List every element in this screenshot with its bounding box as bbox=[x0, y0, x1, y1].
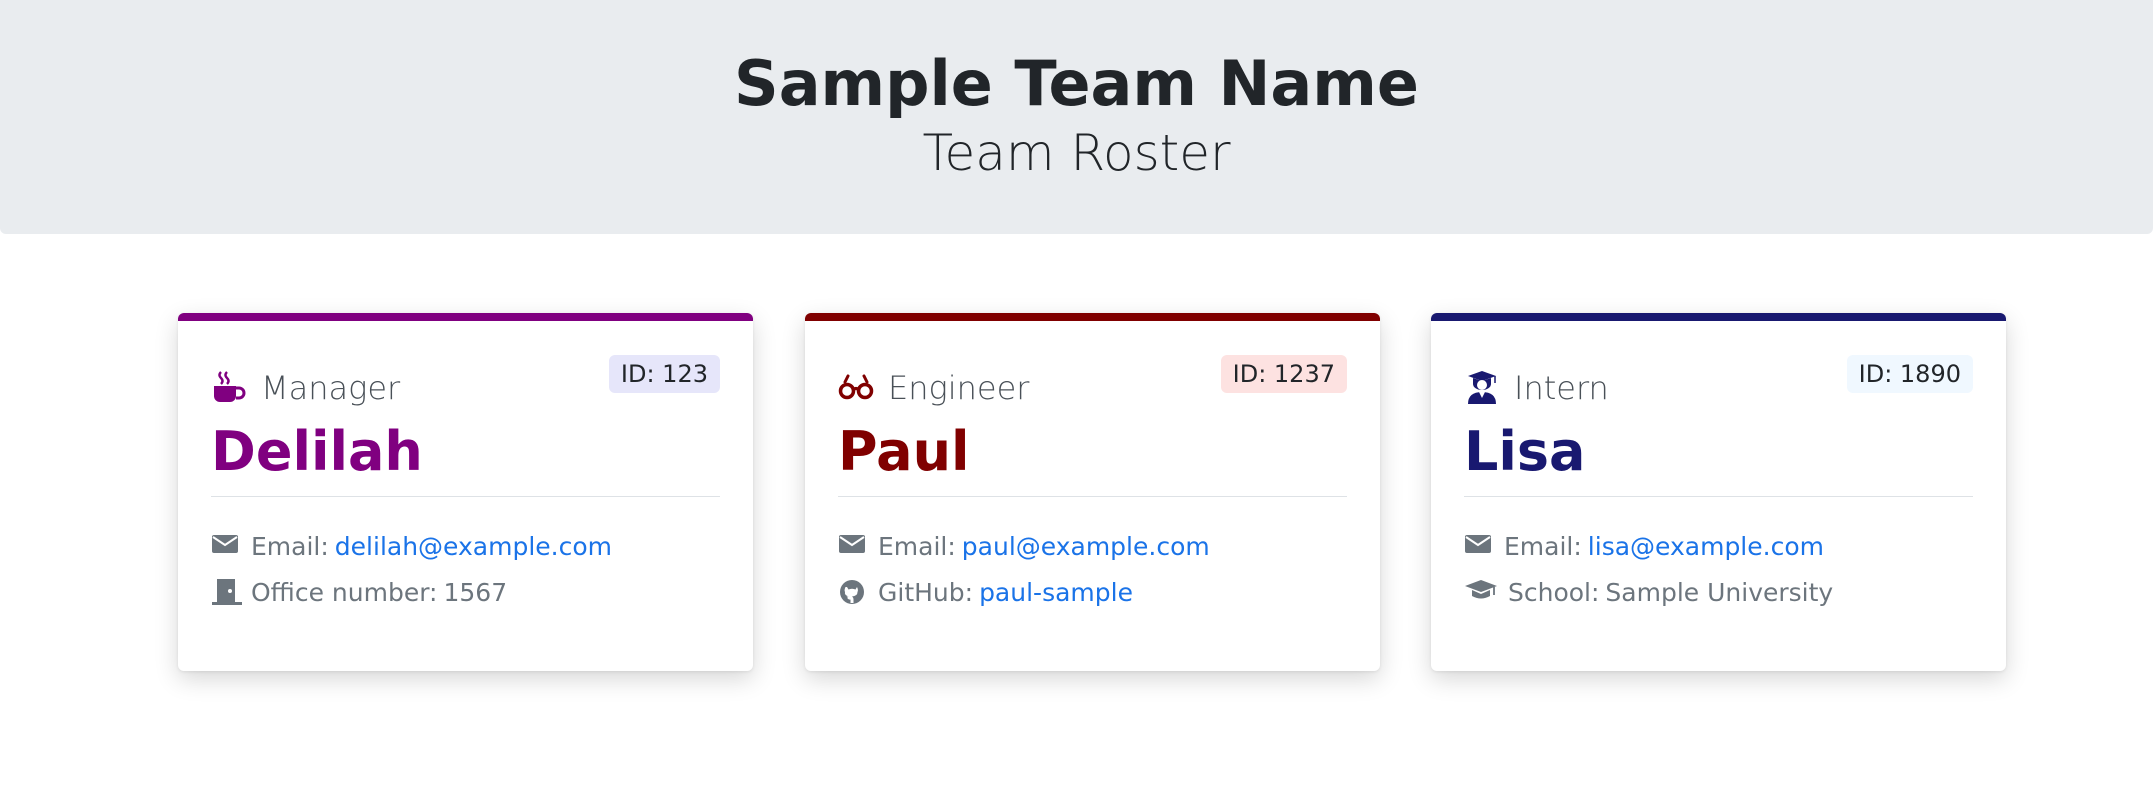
email-row: Email: delilah@example.com bbox=[211, 526, 612, 566]
email-link[interactable]: paul@example.com bbox=[962, 532, 1210, 561]
github-row: GitHub: paul-sample bbox=[838, 572, 1133, 612]
divider bbox=[1464, 496, 1973, 497]
office-label: Office number: bbox=[251, 577, 438, 607]
github-label: GitHub: bbox=[878, 577, 974, 607]
role-label: Engineer bbox=[888, 369, 1030, 407]
school-label: School: bbox=[1508, 577, 1600, 607]
employee-card-intern: Intern ID: 1890 Lisa Email: lisa@example… bbox=[1431, 313, 2006, 671]
email-link[interactable]: delilah@example.com bbox=[335, 532, 612, 561]
employee-name: Delilah bbox=[211, 420, 423, 483]
card-accent-bar bbox=[1431, 313, 2006, 321]
school-value: Sample University bbox=[1605, 577, 1834, 607]
role-label: Manager bbox=[261, 369, 401, 407]
glasses-icon bbox=[838, 370, 874, 406]
id-badge: ID: 1237 bbox=[1220, 355, 1347, 393]
envelope-icon bbox=[211, 532, 241, 560]
office-row: Office number: 1567 bbox=[211, 572, 507, 612]
envelope-icon bbox=[1464, 532, 1494, 560]
email-row: Email: lisa@example.com bbox=[1464, 526, 1824, 566]
email-label: Email: bbox=[251, 531, 329, 561]
divider bbox=[211, 496, 720, 497]
graduation-cap-icon bbox=[1464, 578, 1498, 606]
team-subtitle: Team Roster bbox=[922, 124, 1231, 182]
envelope-icon bbox=[838, 532, 868, 560]
employee-name: Lisa bbox=[1464, 420, 1586, 483]
graduate-user-icon bbox=[1464, 370, 1500, 406]
team-name: Sample Team Name bbox=[734, 47, 1419, 120]
school-row: School: Sample University bbox=[1464, 572, 1833, 612]
email-label: Email: bbox=[878, 531, 956, 561]
email-row: Email: paul@example.com bbox=[838, 526, 1210, 566]
github-link[interactable]: paul-sample bbox=[979, 578, 1133, 607]
divider bbox=[838, 496, 1347, 497]
card-accent-bar bbox=[805, 313, 1380, 321]
door-icon bbox=[211, 578, 242, 606]
github-icon bbox=[838, 578, 868, 606]
card-accent-bar bbox=[178, 313, 753, 321]
employee-name: Paul bbox=[838, 420, 970, 483]
header-banner: Sample Team Name Team Roster bbox=[0, 0, 2153, 234]
id-badge: ID: 123 bbox=[608, 355, 720, 393]
email-label: Email: bbox=[1504, 531, 1582, 561]
email-link[interactable]: lisa@example.com bbox=[1588, 532, 1824, 561]
employee-card-engineer: Engineer ID: 1237 Paul Email: paul@examp… bbox=[805, 313, 1380, 671]
office-value: 1567 bbox=[443, 577, 508, 607]
coffee-mug-icon bbox=[211, 370, 247, 406]
role-label: Intern bbox=[1514, 369, 1609, 407]
employee-card-manager: Manager ID: 123 Delilah Email: delilah@e… bbox=[178, 313, 753, 671]
id-badge: ID: 1890 bbox=[1846, 355, 1973, 393]
